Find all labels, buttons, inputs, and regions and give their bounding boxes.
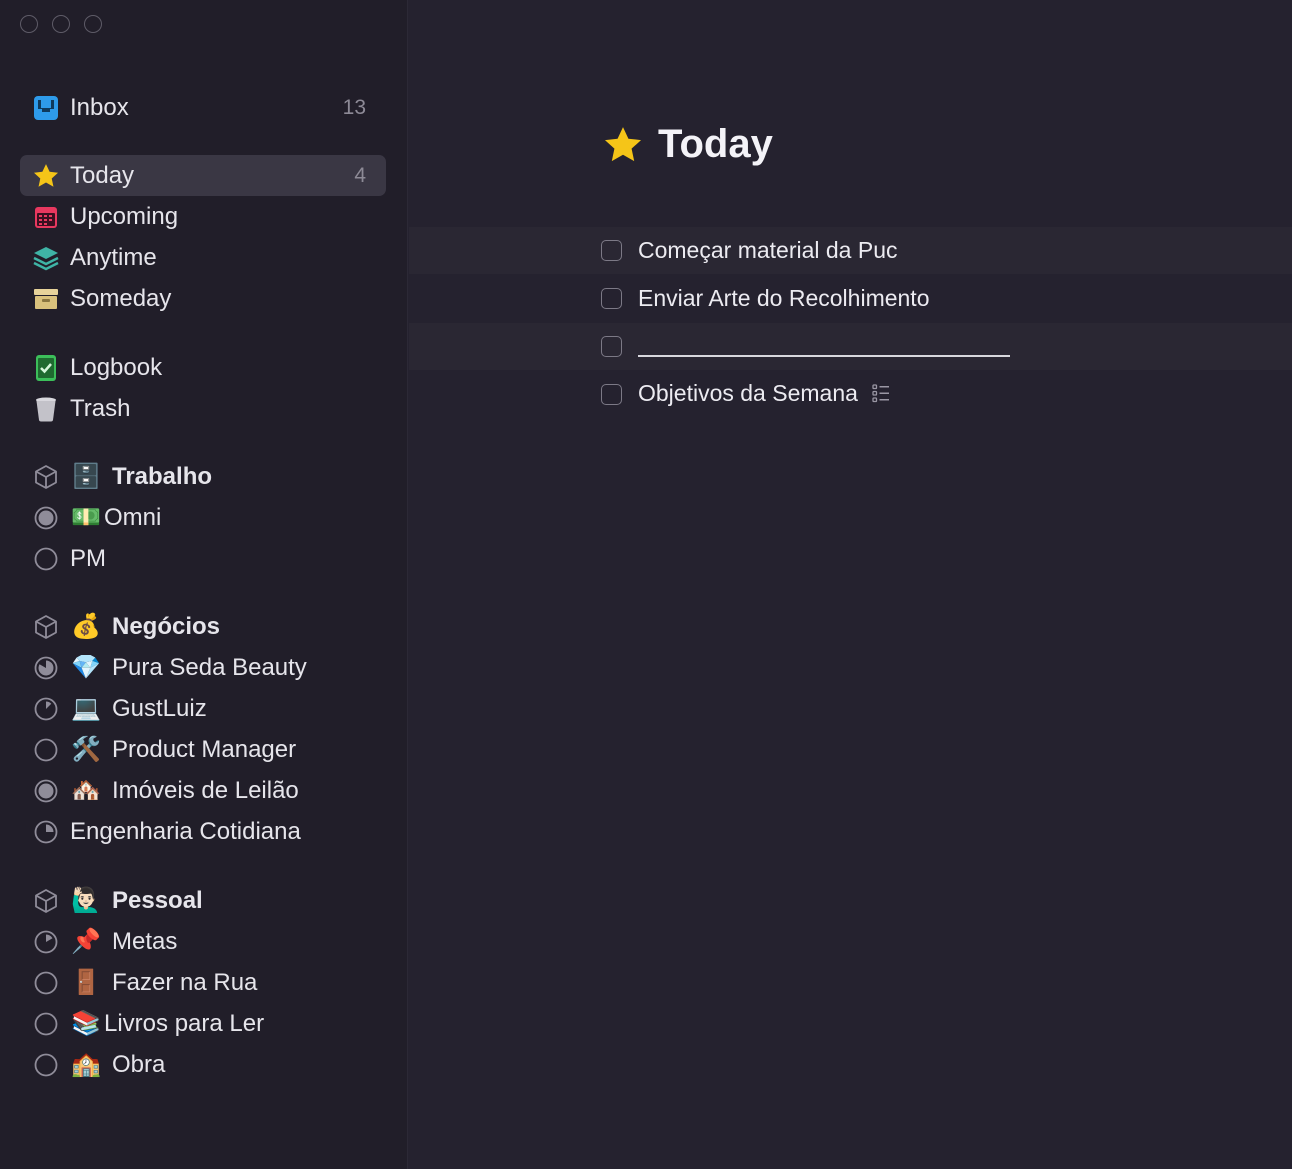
- task-separator-line: [638, 355, 1010, 357]
- school-building-icon: 🏫: [71, 1051, 101, 1078]
- sidebar-project-label: GustLuiz: [112, 694, 207, 722]
- sidebar-item-label: Anytime: [70, 243, 157, 271]
- inbox-count-badge: 13: [342, 95, 366, 119]
- task-checkbox[interactable]: [601, 336, 622, 357]
- project-progress-icon: [32, 654, 60, 682]
- project-progress-icon: [32, 777, 60, 805]
- project-progress-icon: [32, 736, 60, 764]
- star-icon: [32, 162, 60, 190]
- window-controls: [20, 15, 102, 33]
- sidebar-project-pm[interactable]: PM: [20, 538, 386, 579]
- money-bag-icon: 💰: [71, 613, 101, 640]
- sidebar-project-label: Fazer na Rua: [112, 968, 258, 996]
- task-checkbox[interactable]: [601, 288, 622, 309]
- sidebar-item-someday[interactable]: Someday: [20, 278, 386, 319]
- sidebar-project-gustluiz[interactable]: 💻 GustLuiz: [20, 688, 386, 729]
- sidebar-item-label: Someday: [70, 284, 172, 312]
- project-progress-icon: [32, 545, 60, 573]
- project-progress-icon: [32, 818, 60, 846]
- layers-icon: [32, 244, 60, 272]
- sidebar-project-omni[interactable]: 💵 Omni: [20, 497, 386, 538]
- sidebar-area-pessoal[interactable]: 🙋🏻‍♂️ Pessoal: [20, 880, 386, 921]
- sidebar-project-label: Livros para Ler: [104, 1009, 265, 1037]
- pushpin-icon: 📌: [71, 928, 101, 955]
- inbox-tray-icon: [32, 94, 60, 122]
- sidebar-project-product-manager[interactable]: 🛠️ Product Manager: [20, 729, 386, 770]
- sidebar-item-logbook[interactable]: Logbook: [20, 347, 386, 388]
- sidebar-project-label: Engenharia Cotidiana: [70, 817, 301, 845]
- sidebar-project-engenharia-cotidiana[interactable]: Engenharia Cotidiana: [20, 811, 386, 852]
- sidebar-area-negocios[interactable]: 💰 Negócios: [20, 606, 386, 647]
- sidebar-project-metas[interactable]: 📌 Metas: [20, 921, 386, 962]
- tools-icon: 🛠️: [71, 736, 101, 763]
- archive-box-icon: [32, 285, 60, 313]
- sidebar-project-imoveis-de-leilao[interactable]: 🏘️ Imóveis de Leilão: [20, 770, 386, 811]
- sidebar-project-label: PM: [70, 544, 106, 572]
- sidebar-area-label: Negócios: [112, 612, 221, 640]
- task-row[interactable]: Enviar Arte do Recolhimento: [409, 275, 1292, 322]
- sidebar-area-trabalho[interactable]: 🗄️ Trabalho: [20, 456, 386, 497]
- person-raising-hand-icon: 🙋🏻‍♂️: [71, 887, 101, 914]
- logbook-check-icon: [32, 354, 60, 382]
- project-progress-icon: [32, 1010, 60, 1038]
- sidebar-project-label: Obra: [112, 1050, 166, 1078]
- sidebar-project-livros-para-ler[interactable]: 📚 Livros para Ler: [20, 1003, 386, 1044]
- task-row[interactable]: Começar material da Puc: [409, 227, 1292, 274]
- books-icon: 📚: [71, 1010, 101, 1037]
- task-title: Objetivos da Semana: [638, 380, 858, 407]
- task-checkbox[interactable]: [601, 384, 622, 405]
- trash-icon: [32, 395, 60, 423]
- sidebar: Inbox 13 Today 4 Upcoming Anytime Someda…: [0, 0, 408, 1169]
- sidebar-area-label: Pessoal: [112, 886, 203, 914]
- star-icon: [602, 124, 644, 166]
- sidebar-item-label: Today: [70, 161, 135, 189]
- sidebar-item-label: Upcoming: [70, 202, 179, 230]
- money-icon: 💵: [71, 504, 101, 531]
- today-count-badge: 4: [354, 163, 366, 187]
- file-cabinet-icon: 🗄️: [71, 463, 101, 490]
- houses-icon: 🏘️: [71, 777, 101, 804]
- sidebar-project-obra[interactable]: 🏫 Obra: [20, 1044, 386, 1085]
- gem-icon: 💎: [71, 654, 101, 681]
- sidebar-project-label: Metas: [112, 927, 178, 955]
- project-progress-icon: [32, 504, 60, 532]
- project-progress-icon: [32, 969, 60, 997]
- sidebar-project-label: Imóveis de Leilão: [112, 776, 299, 804]
- zoom-window-button[interactable]: [84, 15, 102, 33]
- task-row[interactable]: [409, 323, 1292, 370]
- sidebar-project-label: Pura Seda Beauty: [112, 653, 307, 681]
- sidebar-item-label: Logbook: [70, 353, 163, 381]
- sidebar-area-label: Trabalho: [112, 462, 213, 490]
- close-window-button[interactable]: [20, 15, 38, 33]
- sidebar-item-upcoming[interactable]: Upcoming: [20, 196, 386, 237]
- sidebar-project-pura-seda-beauty[interactable]: 💎 Pura Seda Beauty: [20, 647, 386, 688]
- sidebar-item-trash[interactable]: Trash: [20, 388, 386, 429]
- sidebar-item-inbox[interactable]: Inbox 13: [20, 87, 386, 128]
- laptop-icon: 💻: [71, 695, 101, 722]
- page-title: Today: [602, 122, 773, 167]
- sidebar-project-fazer-na-rua[interactable]: 🚪 Fazer na Rua: [20, 962, 386, 1003]
- sidebar-item-label: Trash: [70, 394, 131, 422]
- sidebar-item-label: Inbox: [70, 93, 129, 121]
- task-title[interactable]: Enviar Arte do Recolhimento: [638, 285, 930, 312]
- sidebar-item-today[interactable]: Today 4: [20, 155, 386, 196]
- project-progress-icon: [32, 928, 60, 956]
- calendar-icon: [32, 203, 60, 231]
- sidebar-project-label: Product Manager: [112, 735, 297, 763]
- task-title[interactable]: Começar material da Puc: [638, 237, 898, 264]
- area-cube-icon: [32, 613, 60, 641]
- sidebar-item-anytime[interactable]: Anytime: [20, 237, 386, 278]
- checklist-icon: [872, 382, 890, 409]
- door-icon: 🚪: [71, 969, 101, 996]
- project-progress-icon: [32, 695, 60, 723]
- area-cube-icon: [32, 887, 60, 915]
- task-title-wrap[interactable]: Objetivos da Semana: [638, 380, 890, 408]
- task-row[interactable]: Objetivos da Semana: [409, 371, 1292, 418]
- minimize-window-button[interactable]: [52, 15, 70, 33]
- page-title-text: Today: [658, 122, 773, 166]
- task-checkbox[interactable]: [601, 240, 622, 261]
- project-progress-icon: [32, 1051, 60, 1079]
- area-cube-icon: [32, 463, 60, 491]
- sidebar-project-label: Omni: [104, 503, 162, 531]
